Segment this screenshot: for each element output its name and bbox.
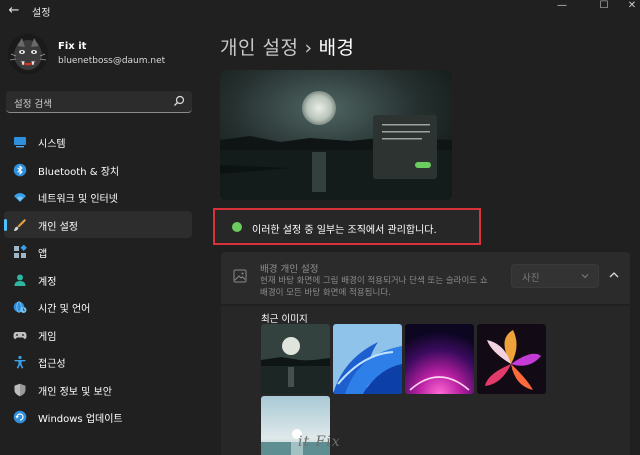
search-icon xyxy=(174,95,185,106)
gamepad-icon xyxy=(13,331,27,339)
avatar[interactable] xyxy=(8,34,48,74)
dropdown-value: 사진 xyxy=(522,273,540,284)
recent-images-label: 최근 이미지 xyxy=(261,314,308,325)
profile-name: Fix it xyxy=(58,41,87,52)
sidebar-item-accessibility[interactable]: 접근성 xyxy=(4,348,192,376)
update-icon xyxy=(13,410,27,424)
maximize-button[interactable]: ☐ xyxy=(590,0,618,16)
minimize-button[interactable]: — xyxy=(548,0,576,16)
recent-image-moon-lake[interactable] xyxy=(261,324,330,394)
managed-notice-text: 이러한 설정 중 일부는 조직에서 관리합니다. xyxy=(252,225,437,236)
background-card-title: 배경 개인 설정 xyxy=(260,264,319,275)
sidebar-item-label: 접근성 xyxy=(38,359,66,370)
background-card-description: 현재 바탕 화면에 그림 배경이 적용되거나 단색 또는 슬라이드 쇼 배경이 … xyxy=(260,276,488,298)
page-title: 배경 xyxy=(318,37,355,59)
sidebar-item-accounts[interactable]: 계정 xyxy=(4,266,192,294)
close-button[interactable]: ✕ xyxy=(618,0,640,16)
back-button[interactable]: ← xyxy=(6,2,22,20)
network-wifi-icon xyxy=(14,193,26,202)
breadcrumb-separator: › xyxy=(304,37,313,59)
sidebar-item-label: Windows 업데이트 xyxy=(38,414,123,425)
sidebar-item-personalization[interactable]: 개인 설정 xyxy=(4,210,192,238)
search-placeholder: 설정 검색 xyxy=(14,99,52,110)
sidebar-item-label: 개인 설정 xyxy=(38,221,78,233)
accessibility-icon xyxy=(14,355,26,369)
sidebar-item-label: Bluetooth & 장치 xyxy=(38,166,120,178)
search-input[interactable]: 설정 검색 xyxy=(6,91,192,113)
app-title: 설정 xyxy=(32,8,51,19)
background-type-dropdown[interactable]: 사진 xyxy=(511,264,599,288)
sidebar-item-apps[interactable]: 앱 xyxy=(4,238,192,266)
selected-indicator xyxy=(4,218,7,231)
apps-icon xyxy=(14,245,27,258)
sidebar-item-label: 계정 xyxy=(38,276,57,288)
breadcrumb: 개인 설정 › 배경 xyxy=(220,33,355,60)
account-icon xyxy=(14,274,26,286)
profile-email: bluenetboss@daum.net xyxy=(58,56,166,66)
shield-icon xyxy=(14,383,26,396)
background-settings-card: 배경 개인 설정 현재 바탕 화면에 그림 배경이 적용되거나 단색 또는 슬라… xyxy=(221,252,630,304)
sidebar-item-windows-update[interactable]: Windows 업데이트 xyxy=(4,403,192,431)
bluetooth-icon xyxy=(13,163,27,176)
info-icon xyxy=(232,222,242,232)
recent-image-blue-bloom[interactable] xyxy=(333,324,402,394)
sidebar-item-network[interactable]: 네트워크 및 인터넷 xyxy=(4,183,192,211)
system-monitor-icon xyxy=(14,137,26,148)
breadcrumb-parent[interactable]: 개인 설정 xyxy=(220,37,298,59)
sidebar-item-label: 시스템 xyxy=(38,139,66,150)
sidebar-item-label: 개인 정보 및 보안 xyxy=(38,386,112,398)
sidebar-item-label: 게임 xyxy=(38,331,57,343)
sidebar-item-system[interactable]: 시스템 xyxy=(4,128,192,156)
sidebar-item-privacy-security[interactable]: 개인 정보 및 보안 xyxy=(4,376,192,404)
recent-image-colorful-bloom[interactable] xyxy=(477,324,546,394)
sidebar-item-time-language[interactable]: 시간 및 언어 xyxy=(4,293,192,321)
chevron-up-icon[interactable] xyxy=(605,266,623,284)
sidebar-nav: 시스템 Bluetooth & 장치 네트워크 및 인터넷 개인 설정 앱 계정… xyxy=(4,128,192,431)
managed-notice: 이러한 설정 중 일부는 조직에서 관리합니다. xyxy=(213,208,481,245)
sidebar-item-bluetooth[interactable]: Bluetooth & 장치 xyxy=(4,156,192,184)
watermark: it Fix xyxy=(298,434,341,450)
sidebar-item-label: 시간 및 언어 xyxy=(38,304,91,315)
sidebar-item-gaming[interactable]: 게임 xyxy=(4,321,192,349)
recent-images-section: 최근 이미지 xyxy=(221,306,630,455)
desktop-preview xyxy=(220,70,452,200)
globe-clock-icon xyxy=(13,301,27,313)
title-bar: ← 설정 — ☐ ✕ xyxy=(0,0,640,24)
recent-image-purple-glow[interactable] xyxy=(405,324,474,394)
chevron-down-icon xyxy=(581,274,589,279)
sidebar-item-label: 앱 xyxy=(38,249,48,260)
image-icon xyxy=(233,269,247,283)
brush-icon xyxy=(14,218,26,231)
sidebar-item-label: 네트워크 및 인터넷 xyxy=(38,194,118,205)
